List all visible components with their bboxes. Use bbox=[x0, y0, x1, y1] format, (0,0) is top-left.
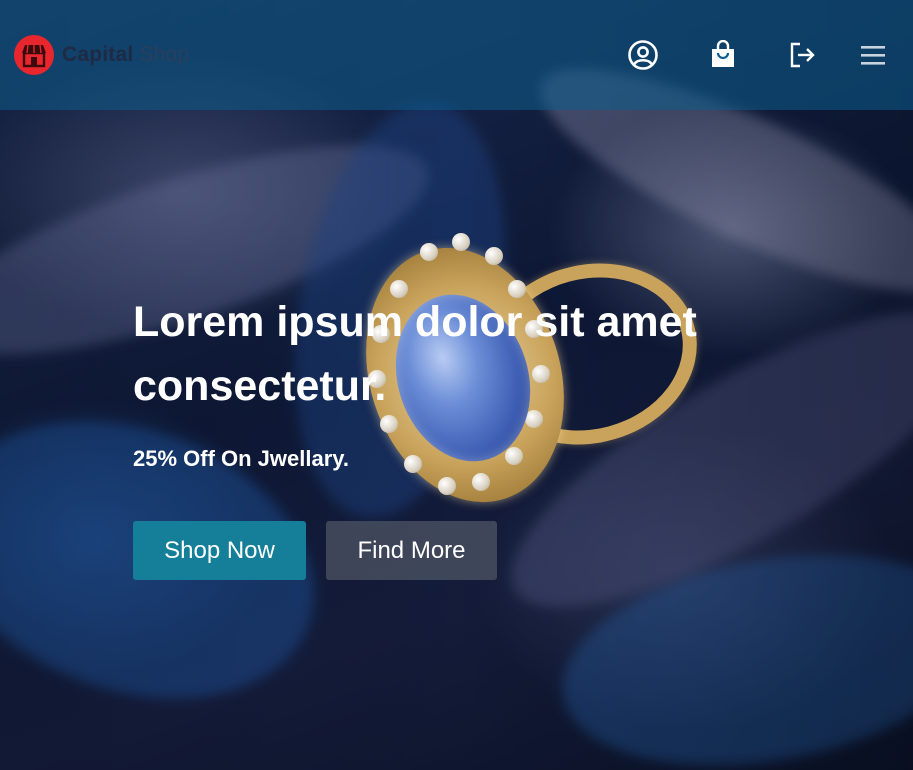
brand-name-light: Shop bbox=[139, 43, 190, 66]
brand-name-bold: Capital bbox=[62, 43, 134, 66]
brand-logo[interactable]: Capital Shop bbox=[14, 35, 189, 75]
logout-icon[interactable] bbox=[786, 38, 820, 72]
user-circle-icon[interactable] bbox=[626, 38, 660, 72]
hamburger-menu-icon[interactable] bbox=[856, 38, 890, 72]
top-navbar: Capital Shop bbox=[0, 0, 913, 110]
shop-now-button[interactable]: Shop Now bbox=[133, 521, 306, 580]
find-more-button[interactable]: Find More bbox=[326, 521, 497, 580]
hero-headline: Lorem ipsum dolor sit amet consectetur. bbox=[133, 298, 697, 410]
brand-name: Capital Shop bbox=[62, 43, 189, 67]
hero-subline: 25% Off On Jwellary. bbox=[133, 446, 350, 471]
store-icon bbox=[14, 35, 54, 75]
shopping-bag-icon[interactable] bbox=[706, 38, 740, 72]
